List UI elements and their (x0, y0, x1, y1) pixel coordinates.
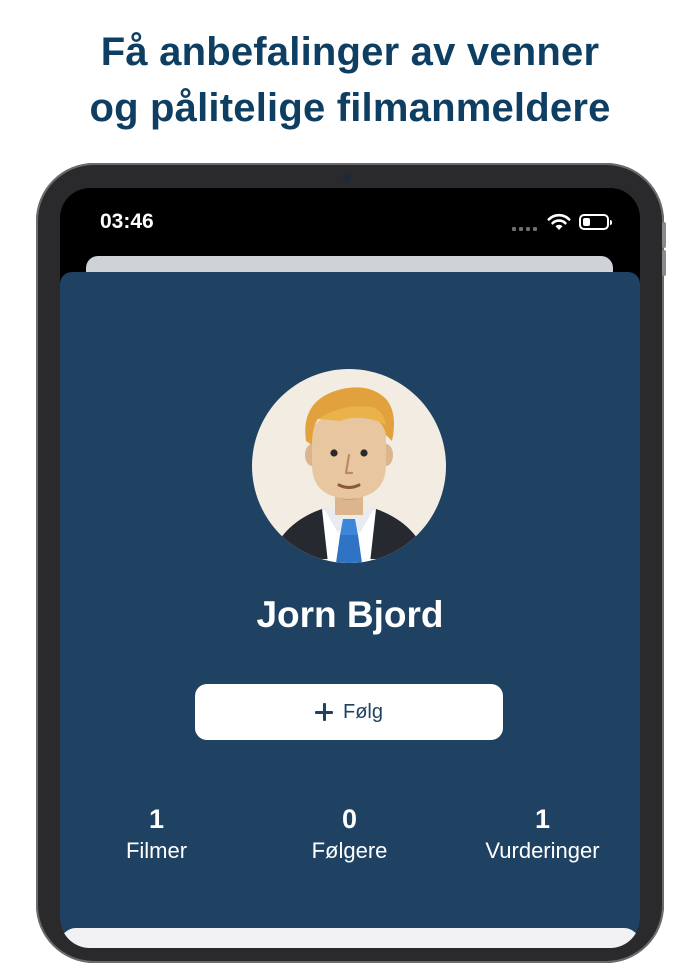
battery-icon (579, 214, 612, 230)
stat-ratings-value: 1 (534, 804, 551, 834)
man-avatar-icon (252, 369, 446, 563)
headline-line-2: og pålitelige filmanmeldere (89, 86, 611, 130)
profile-sheet: Jorn Bjord Følg 1 Filmer 0 Følgere 1 Vur… (60, 272, 640, 948)
follow-button-label: Følg (343, 700, 383, 723)
stat-followers-label: Følgere (311, 838, 388, 863)
headline-line-1: Få anbefalinger av venner (100, 30, 600, 74)
stat-followers[interactable]: 0 Følgere (253, 802, 446, 866)
device-screen: 03:46 Jorn Bjord Følg 1 Filmer 0 Følgere… (60, 188, 640, 948)
follow-button[interactable]: Følg (195, 684, 503, 740)
stat-movies-value: 1 (148, 804, 165, 834)
wifi-icon (547, 213, 571, 230)
stat-ratings-label: Vurderinger (485, 838, 600, 863)
status-time: 03:46 (100, 210, 154, 233)
camera-sensor (364, 175, 368, 179)
profile-name: Jorn Bjord (256, 594, 444, 635)
stat-movies-label: Filmer (125, 838, 188, 863)
profile-stats: 1 Filmer 0 Følgere 1 Vurderinger (60, 802, 640, 882)
stat-ratings[interactable]: 1 Vurderinger (446, 802, 639, 866)
device-side-button (662, 250, 666, 276)
bottom-card (60, 928, 640, 948)
cellular-signal-icon (512, 227, 537, 231)
stat-followers-value: 0 (341, 804, 358, 834)
device-side-button (662, 222, 666, 248)
promo-headline: Få anbefalinger av venner og pålitelige … (0, 24, 700, 136)
plus-icon (315, 703, 333, 721)
stat-movies[interactable]: 1 Filmer (60, 802, 253, 866)
front-camera (343, 173, 351, 181)
